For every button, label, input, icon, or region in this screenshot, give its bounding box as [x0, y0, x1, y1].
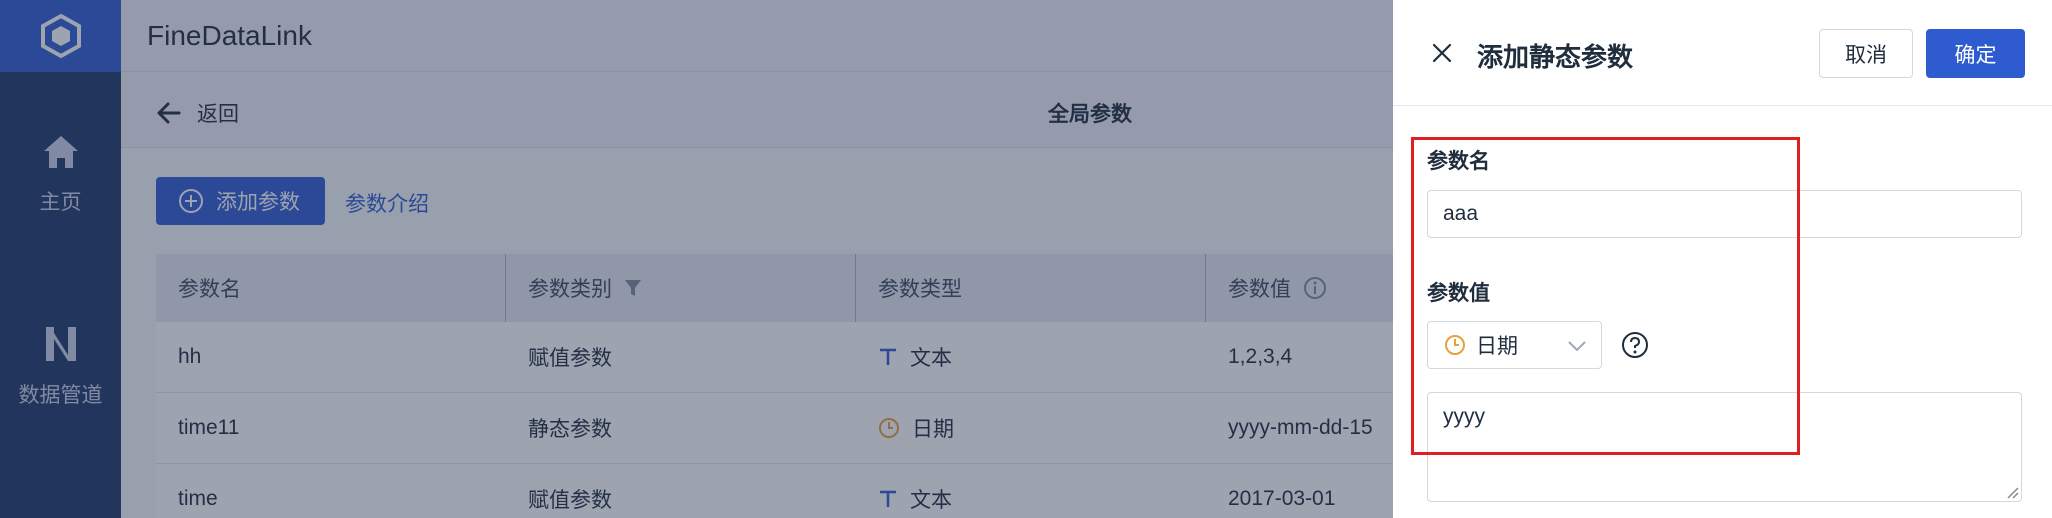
drawer-header: 添加静态参数 取消 确定	[1393, 0, 2052, 106]
highlight-annotation	[1411, 137, 1800, 455]
drawer-title: 添加静态参数	[1477, 42, 1634, 72]
cancel-button[interactable]: 取消	[1819, 29, 1913, 78]
close-icon[interactable]	[1431, 42, 1453, 64]
confirm-button[interactable]: 确定	[1926, 29, 2025, 78]
modal-overlay[interactable]	[0, 0, 1393, 518]
resize-grip-icon[interactable]	[2003, 483, 2019, 499]
